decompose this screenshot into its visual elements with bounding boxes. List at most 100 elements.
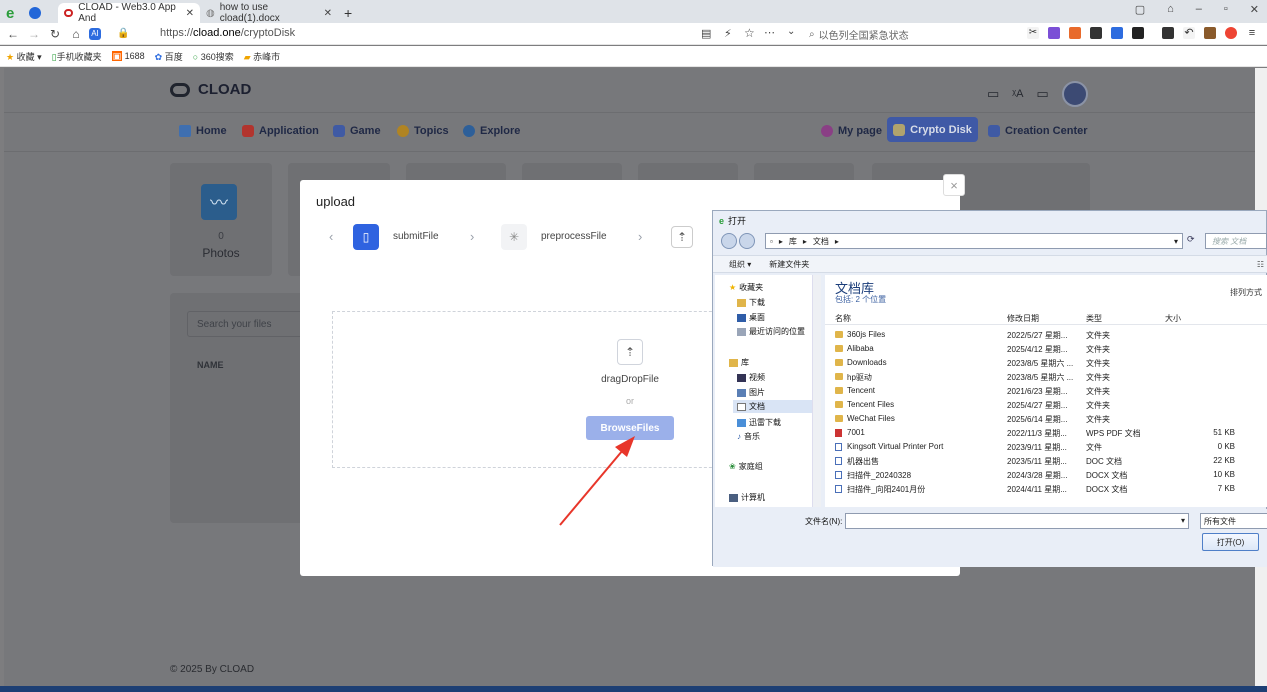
file-row[interactable]: 7001 2022/11/3 星期... WPS PDF 文档 51 KB — [835, 427, 1235, 440]
folder-icon — [835, 331, 843, 338]
sidebar-item-homegroup[interactable]: ❀ 家庭组 — [729, 461, 763, 472]
sidebar-item-downloads[interactable]: 下载 — [737, 297, 765, 308]
chevron-down-icon[interactable]: ▾ — [1174, 237, 1182, 246]
sidebar-item-favorites[interactable]: ★ 收藏夹 — [729, 282, 763, 293]
video-icon — [737, 373, 746, 382]
file-type: DOCX 文档 — [1086, 471, 1128, 480]
file-name: 360js Files — [847, 330, 886, 339]
sidebar-item-thunder-downloads[interactable]: 迅雷下载 — [737, 417, 781, 428]
folder-icon — [835, 345, 843, 352]
column-size[interactable]: 大小 — [1165, 313, 1181, 324]
file-row[interactable]: 扫描件_向阳2401月份 2024/4/11 星期... DOCX 文档 7 KB — [835, 483, 1235, 496]
file-row[interactable]: 机器出售 2023/5/11 星期... DOC 文档 22 KB — [835, 455, 1235, 468]
filetype-value: 所有文件 — [1204, 516, 1236, 526]
file-name: Kingsoft Virtual Printer Port — [847, 442, 944, 451]
filename-input[interactable]: ▾ — [845, 513, 1189, 529]
file-name: 7001 — [847, 428, 865, 437]
dialog-search-input[interactable]: 搜索 文档 — [1205, 233, 1267, 249]
thunder-icon — [737, 418, 746, 427]
dialog-sidebar: ★ 收藏夹 下载 桌面 最近访问的位置 库 视频 图片 文档 迅雷下载 ♪ 音乐 ❀… — [715, 275, 821, 507]
new-folder-button[interactable]: 新建文件夹 — [769, 259, 809, 270]
sidebar-item-label: 收藏夹 — [739, 283, 764, 292]
file-type: 文件夹 — [1086, 331, 1110, 340]
sidebar-item-computer[interactable]: 计算机 — [729, 492, 765, 503]
column-type[interactable]: 类型 — [1086, 313, 1102, 324]
view-options-icon[interactable]: ☷ — [1257, 260, 1264, 269]
file-type: 文件 — [1086, 443, 1102, 452]
file-type: 文件夹 — [1086, 359, 1110, 368]
file-row[interactable]: 扫描件_20240328 2024/3/28 星期... DOCX 文档 10 KB — [835, 469, 1235, 482]
dialog-search-placeholder: 搜索 文档 — [1212, 236, 1247, 246]
sidebar-item-desktop[interactable]: 桌面 — [737, 312, 765, 323]
file-name: hp驱动 — [847, 373, 872, 382]
dialog-title: 打开 — [728, 216, 747, 226]
dialog-path-field[interactable]: ▫ ▸ 库 ▸ 文档 ▸ ▾ — [765, 233, 1183, 249]
file-row[interactable]: Kingsoft Virtual Printer Port 2023/9/11 星… — [835, 441, 1235, 454]
music-icon: ♪ — [737, 432, 741, 441]
path-segment[interactable]: 库 — [789, 236, 797, 247]
file-size: 7 KB — [1217, 484, 1235, 493]
file-type: 文件夹 — [1086, 387, 1110, 396]
file-date: 2021/6/23 星期... — [1007, 387, 1068, 396]
sidebar-item-recent[interactable]: 最近访问的位置 — [737, 326, 805, 337]
file-name: 扫描件_向阳2401月份 — [847, 485, 926, 494]
file-date: 2024/3/28 星期... — [1007, 471, 1068, 480]
open-button[interactable]: 打开(O) — [1202, 533, 1259, 551]
sidebar-scrollbar[interactable] — [812, 275, 821, 507]
sidebar-item-label: 最近访问的位置 — [749, 327, 805, 336]
dialog-address-row: ▫ ▸ 库 ▸ 文档 ▸ ▾ ⟳ 搜索 文档 — [717, 231, 1267, 250]
refresh-icon[interactable]: ⟳ — [1187, 234, 1195, 245]
library-icon — [729, 358, 738, 367]
file-type: 文件夹 — [1086, 345, 1110, 354]
sidebar-item-videos[interactable]: 视频 — [737, 372, 765, 383]
file-type: DOC 文档 — [1086, 457, 1122, 466]
column-headers: 名称 修改日期 类型 大小 — [825, 311, 1267, 325]
folder-icon — [835, 387, 843, 394]
sidebar-item-label: 桌面 — [749, 313, 765, 322]
sidebar-item-music[interactable]: ♪ 音乐 — [737, 431, 760, 442]
file-row[interactable]: 360js Files 2022/5/27 星期... 文件夹 — [835, 329, 1235, 342]
sidebar-item-label: 音乐 — [744, 432, 760, 441]
file-list: 文档库 包括: 2 个位置 排列方式 名称 修改日期 类型 大小 360js F… — [825, 275, 1267, 507]
homegroup-icon: ❀ — [729, 462, 736, 471]
recent-icon — [737, 327, 746, 336]
file-date: 2023/5/11 星期... — [1007, 457, 1067, 466]
folder-icon — [835, 415, 843, 422]
folder-icon: ▫ — [770, 236, 773, 246]
file-row[interactable]: hp驱动 2023/8/5 星期六 ... 文件夹 — [835, 371, 1235, 384]
sidebar-item-label: 图片 — [749, 388, 765, 397]
forward-icon[interactable] — [739, 233, 755, 249]
file-row[interactable]: Tencent 2021/6/23 星期... 文件夹 — [835, 385, 1235, 398]
sidebar-item-libraries[interactable]: 库 — [729, 357, 749, 368]
filetype-select[interactable]: 所有文件 — [1200, 513, 1267, 529]
browser-logo-icon: e — [719, 215, 725, 226]
file-size: 10 KB — [1213, 470, 1235, 479]
dialog-footer: 文件名(N): ▾ 所有文件 打开(O) — [713, 509, 1267, 567]
file-row[interactable]: Downloads 2023/8/5 星期六 ... 文件夹 — [835, 357, 1235, 370]
file-name: WeChat Files — [847, 414, 895, 423]
chevron-down-icon[interactable]: ▾ — [1181, 516, 1185, 525]
folder-icon — [835, 373, 843, 380]
file-row[interactable]: Tencent Files 2025/4/27 星期... 文件夹 — [835, 399, 1235, 412]
file-row[interactable]: Alibaba 2025/4/12 星期... 文件夹 — [835, 343, 1235, 356]
organize-button[interactable]: 组织 ▾ — [729, 259, 751, 270]
folder-icon — [835, 359, 843, 366]
library-subtitle[interactable]: 包括: 2 个位置 — [835, 294, 886, 305]
sidebar-item-documents[interactable]: 文档 — [733, 400, 813, 413]
sidebar-item-label: 家庭组 — [738, 462, 763, 471]
file-name: Alibaba — [847, 344, 874, 353]
column-date[interactable]: 修改日期 — [1007, 313, 1039, 324]
file-size: 22 KB — [1213, 456, 1235, 465]
file-date: 2024/4/11 星期... — [1007, 485, 1067, 494]
file-date: 2023/8/5 星期六 ... — [1007, 373, 1074, 382]
file-row[interactable]: WeChat Files 2025/6/14 星期... 文件夹 — [835, 413, 1235, 426]
sidebar-item-pictures[interactable]: 图片 — [737, 387, 765, 398]
back-icon[interactable] — [721, 233, 737, 249]
arrange-by[interactable]: 排列方式 — [1230, 287, 1262, 298]
file-date: 2022/11/3 星期... — [1007, 429, 1067, 438]
file-name: Downloads — [847, 358, 887, 367]
path-segment[interactable]: 文档 — [813, 236, 829, 247]
file-date: 2025/4/27 星期... — [1007, 401, 1068, 410]
star-icon: ★ — [729, 283, 737, 292]
column-name[interactable]: 名称 — [835, 313, 851, 324]
